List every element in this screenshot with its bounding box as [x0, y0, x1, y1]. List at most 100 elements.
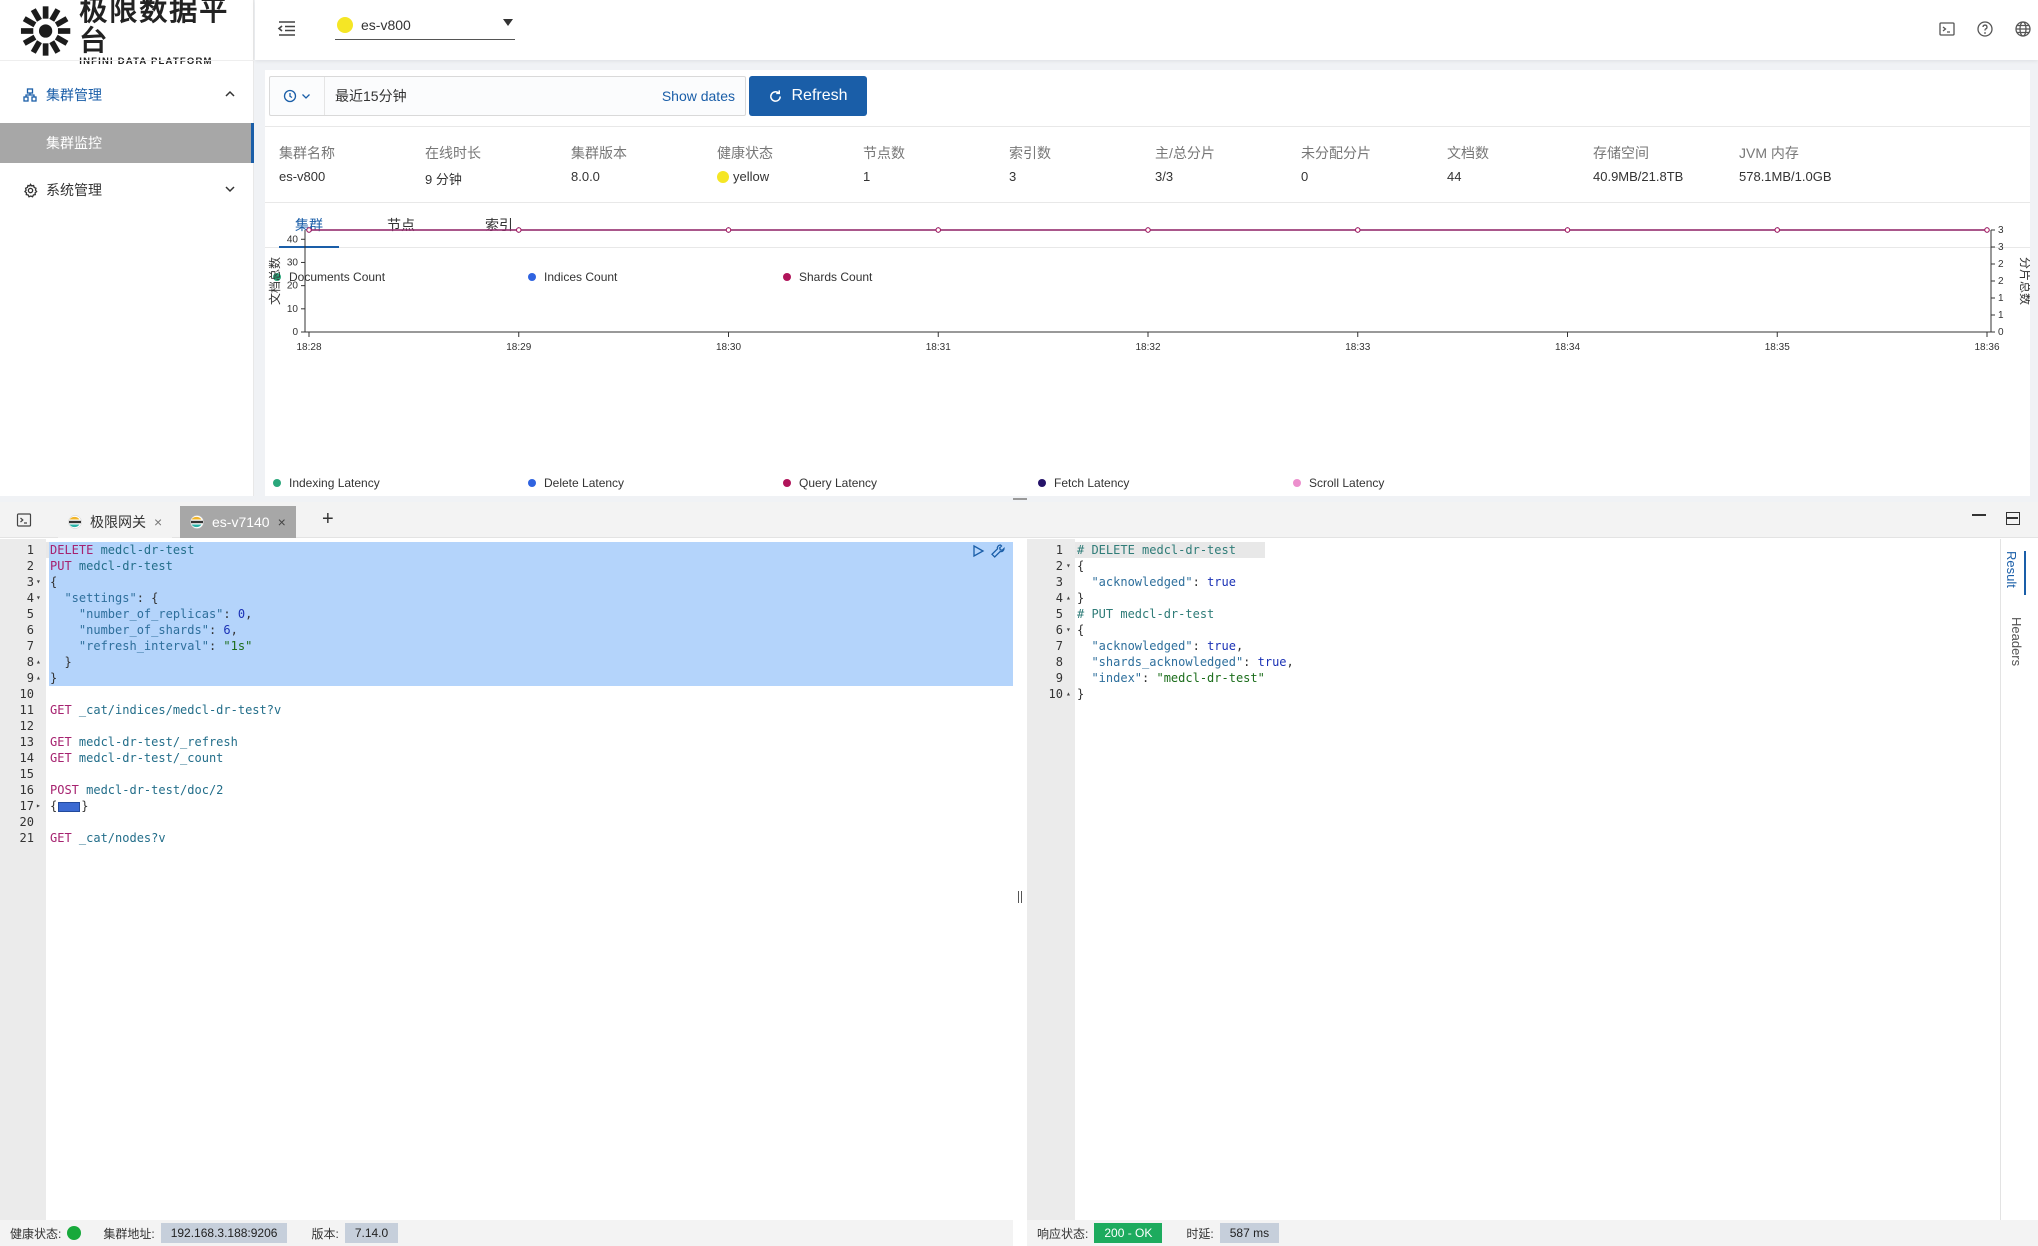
- tab-result[interactable]: Result: [2004, 551, 2026, 595]
- editor-lines: 1 DELETE medcl-dr-test 2 PUT medcl-dr-test 3…: [0, 542, 1013, 846]
- resize-grip: [1018, 891, 1022, 903]
- line-number: 3: [1055, 575, 1063, 589]
- cluster-select[interactable]: es-v800: [335, 10, 515, 40]
- fold-toggle-icon[interactable]: ▾: [36, 590, 41, 606]
- code-text: {: [50, 575, 58, 589]
- code-line: 6 "number_of_shards": 6,: [0, 622, 1013, 638]
- response-status-label: 响应状态:: [1037, 1226, 1089, 1241]
- line-number: 5: [1055, 607, 1063, 621]
- code-line: 2 ▾ {: [1027, 558, 2000, 574]
- chevron-up-icon: [225, 90, 235, 97]
- divider: [0, 60, 254, 61]
- minimize-icon[interactable]: [1972, 514, 1986, 516]
- resize-grip: [1013, 498, 1027, 500]
- legend-label: Fetch Latency: [1054, 476, 1130, 490]
- fold-toggle-icon[interactable]: ▾: [1066, 558, 1071, 574]
- line-number: 6: [1055, 623, 1063, 637]
- maximize-icon[interactable]: [2006, 512, 2020, 525]
- logo-title: 极限数据平台: [79, 0, 230, 57]
- sidebar: 极限数据平台 INFINI DATA PLATFORM 集群管理 集群监控 系统…: [0, 0, 254, 496]
- code-line: 21 GET _cat/nodes?v: [0, 830, 1013, 846]
- x-tick-label: 18:34: [1555, 342, 1580, 353]
- chevron-down-icon: [225, 186, 235, 193]
- code-text: POST medcl-dr-test/doc/2: [50, 783, 224, 797]
- fold-toggle-icon[interactable]: ▸: [36, 798, 41, 814]
- terminal-icon[interactable]: [16, 512, 32, 528]
- top-header: es-v800: [255, 0, 2038, 60]
- cluster-status-dot: [337, 16, 353, 33]
- sidebar-item-cluster-management[interactable]: 集群管理: [0, 75, 254, 115]
- sidebar-item-cluster-monitor[interactable]: 集群监控: [0, 123, 254, 163]
- code-line: 10 ▴}: [1027, 686, 2000, 702]
- legend-item[interactable]: Indexing Latency: [273, 476, 380, 490]
- fold-toggle-icon[interactable]: ▴: [36, 670, 41, 686]
- sidebar-item-system-management[interactable]: 系统管理: [0, 170, 254, 210]
- code-text: }: [50, 671, 58, 685]
- close-icon[interactable]: ×: [154, 514, 162, 530]
- line-number: 11: [19, 703, 34, 717]
- legend-label: Indexing Latency: [289, 476, 380, 490]
- health-status-dot: [67, 1226, 82, 1240]
- menu-fold-icon[interactable]: [277, 18, 297, 38]
- code-line: 4 ▾ "settings": {: [0, 590, 1013, 606]
- editor-splitter[interactable]: [1013, 539, 1027, 1221]
- x-tick-label: 18:35: [1765, 342, 1790, 353]
- y2-axis-title: 分片总数: [2018, 257, 2030, 305]
- help-icon[interactable]: [1976, 20, 1994, 38]
- y-tick-label: 40: [287, 234, 299, 245]
- latency-label: 时延:: [1186, 1226, 1214, 1241]
- legend-dot: [783, 479, 791, 487]
- code-text: "acknowledged": true,: [1091, 639, 1244, 653]
- code-line: 14 GET medcl-dr-test/_count: [0, 750, 1013, 766]
- console-tab-es-v7140[interactable]: es-v7140 ×: [180, 506, 296, 538]
- code-line: 13 GET medcl-dr-test/_refresh: [0, 734, 1013, 750]
- code-text: "shards_acknowledged": true,: [1091, 655, 1294, 669]
- code-text: {: [1077, 623, 1085, 637]
- logo-subtitle: INFINI DATA PLATFORM: [79, 55, 213, 67]
- folded-block-icon[interactable]: [58, 801, 81, 812]
- y-tick-label: 0: [292, 327, 298, 338]
- fold-toggle-icon[interactable]: ▴: [36, 654, 41, 670]
- x-tick-label: 18:30: [716, 342, 741, 353]
- legend-item[interactable]: Fetch Latency: [1038, 476, 1129, 490]
- close-icon[interactable]: ×: [278, 514, 286, 530]
- code-line: 9 ▴}: [0, 670, 1013, 686]
- code-line: 3 "acknowledged": true: [1027, 574, 2000, 590]
- tab-headers[interactable]: Headers: [2009, 617, 2024, 666]
- code-text: GET _cat/indices/medcl-dr-test?v: [50, 703, 282, 717]
- health-label: 健康状态:: [10, 1226, 62, 1241]
- terminal-icon[interactable]: [1938, 20, 1956, 38]
- logo[interactable]: 极限数据平台 INFINI DATA PLATFORM: [20, 0, 250, 67]
- code-line: 8 ▴ }: [0, 654, 1013, 670]
- request-editor[interactable]: 1 DELETE medcl-dr-test 2 PUT medcl-dr-test 3…: [0, 539, 1013, 1221]
- play-icon[interactable]: [971, 544, 985, 558]
- code-text: "number_of_shards": 6,: [78, 623, 238, 637]
- sidebar-item-label: 集群管理: [46, 87, 102, 103]
- legend-item[interactable]: Delete Latency: [528, 476, 624, 490]
- data-point: [1984, 227, 1990, 233]
- fold-toggle-icon[interactable]: ▾: [1066, 622, 1071, 638]
- documents-chart: 0 10 20 30 40 0 1 1 2 2 3 3 文档总数 分片总数 18:28 18:29 18:30 1…: [267, 225, 2030, 353]
- code-line: 12: [0, 718, 1013, 734]
- legend-item[interactable]: Query Latency: [783, 476, 877, 490]
- elasticsearch-icon: [68, 515, 82, 529]
- line-number: 4: [1055, 591, 1063, 605]
- code-line: 3 ▾{: [0, 574, 1013, 590]
- fold-toggle-icon[interactable]: ▾: [36, 574, 41, 590]
- fold-toggle-icon[interactable]: ▴: [1066, 590, 1071, 606]
- legend-item[interactable]: Scroll Latency: [1293, 476, 1384, 490]
- globe-icon[interactable]: [2014, 20, 2032, 38]
- code-text: }: [50, 655, 72, 669]
- console-tab-gateway[interactable]: 极限网关 ×: [58, 506, 173, 538]
- data-point: [1774, 227, 1780, 233]
- cluster-address: 192.168.3.188:9206: [160, 1223, 288, 1243]
- legend-label: Delete Latency: [544, 476, 625, 490]
- y2-tick-label: 3: [1998, 225, 2004, 236]
- add-tab-icon[interactable]: +: [322, 508, 334, 531]
- wrench-icon[interactable]: [990, 543, 1006, 559]
- response-viewer[interactable]: 1 # DELETE medcl-dr-test 2 ▾{3 "acknowledge…: [1027, 539, 2000, 1221]
- fold-toggle-icon[interactable]: ▴: [1066, 686, 1071, 702]
- address-label: 集群地址:: [103, 1226, 155, 1241]
- y2-tick-label: 1: [1998, 310, 2004, 321]
- data-point: [725, 227, 732, 233]
